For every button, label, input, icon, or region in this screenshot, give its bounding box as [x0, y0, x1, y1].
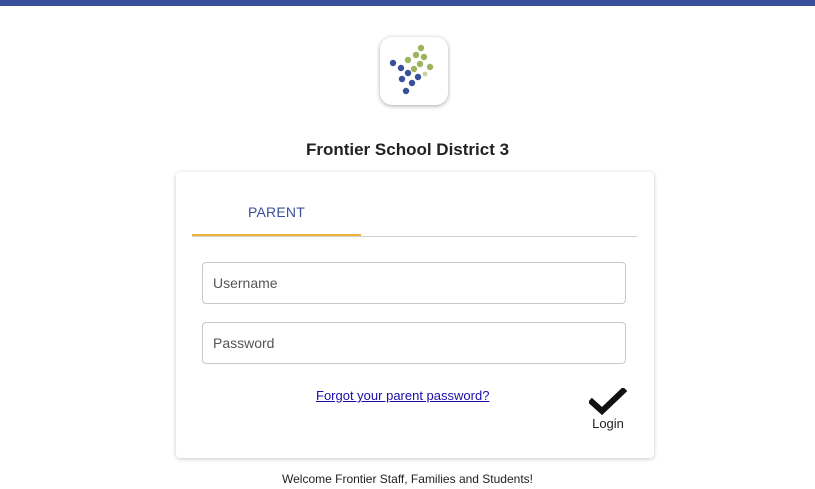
login-button[interactable]: Login	[584, 388, 632, 436]
checkmark-icon	[589, 388, 627, 416]
dot-grid-logo-icon	[389, 44, 434, 95]
username-input[interactable]	[202, 262, 626, 304]
tab-parent[interactable]: PARENT	[192, 196, 361, 236]
district-logo	[380, 37, 448, 105]
district-title: Frontier School District 3	[305, 140, 510, 159]
top-accent-bar	[0, 0, 815, 6]
login-label: Login	[592, 416, 624, 431]
welcome-message: Welcome Frontier Staff, Families and Stu…	[282, 472, 533, 486]
login-card: PARENT Forgot your parent password? Logi…	[176, 172, 654, 458]
password-input[interactable]	[202, 322, 626, 364]
active-tab-indicator	[192, 234, 361, 236]
login-tabs: PARENT	[192, 196, 637, 237]
tab-parent-label: PARENT	[248, 204, 305, 220]
forgot-password-link[interactable]: Forgot your parent password?	[316, 388, 489, 403]
